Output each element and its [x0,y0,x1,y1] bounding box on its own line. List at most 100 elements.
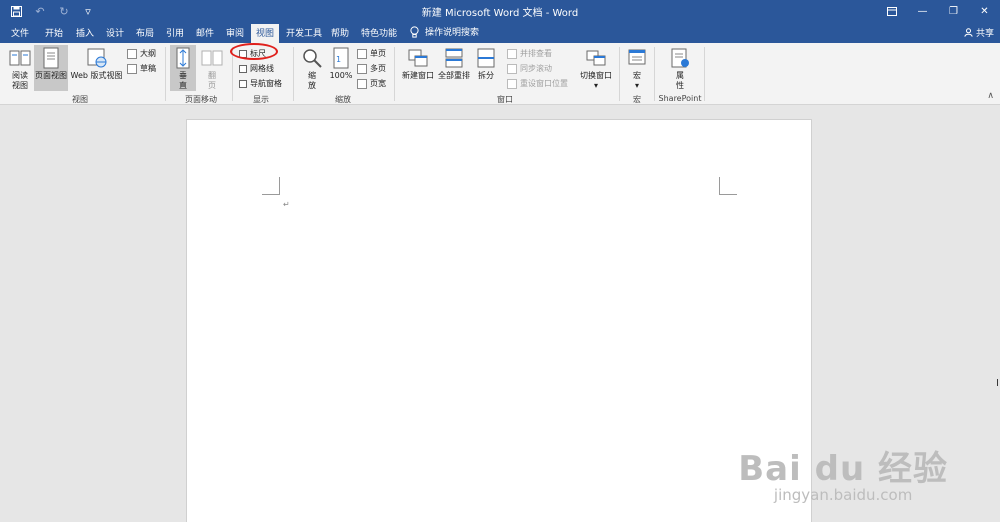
page-width-button[interactable]: 页宽 [357,78,386,89]
side-by-side-label: 并排查看 [520,49,552,58]
ribbon-display-options-icon[interactable] [876,0,907,22]
draft-label: 草稿 [140,64,156,73]
title-bar: ↶ ↻ ▿ 新建 Microsoft Word 文档 - Word — ❐ ✕ [0,0,1000,22]
watermark-logo-text: Bai du 经验 [738,449,948,489]
share-button[interactable]: 共享 [964,26,994,39]
magnifier-icon [303,49,322,68]
reset-window-label: 重设窗口位置 [520,79,568,88]
tab-mailings[interactable]: 邮件 [196,26,214,39]
group-separator [394,47,395,101]
switch-windows-icon [586,50,606,66]
switch-windows-label: 切换窗口 [580,71,612,80]
window-controls: — ❐ ✕ [876,0,1000,22]
print-layout-icon [43,47,59,69]
tab-home[interactable]: 开始 [45,26,63,39]
side-by-side-icon [507,48,517,59]
tab-file[interactable]: 文件 [11,26,29,39]
new-window-button[interactable]: 新建窗口 [400,47,436,91]
web-layout-icon [87,48,106,68]
page-width-label: 页宽 [370,79,386,88]
read-mode-button[interactable]: 阅读 视图 [6,47,34,91]
watermark: Bai du 经验 jingyan.baidu.com [738,441,948,504]
group-separator [654,47,655,101]
sync-scroll-button[interactable]: 同步滚动 [507,63,552,74]
svg-text:1: 1 [336,55,341,64]
margin-mark-top-right [719,177,737,195]
tab-design[interactable]: 设计 [106,26,124,39]
web-layout-label: Web 版式视图 [70,71,123,80]
reset-window-button[interactable]: 重设窗口位置 [507,78,568,89]
tell-me-label: 操作说明搜索 [425,28,480,38]
document-page[interactable]: ↵ [186,119,812,522]
minimize-icon[interactable]: — [907,0,938,22]
tab-review[interactable]: 审阅 [226,26,244,39]
dropdown-arrow-icon: ▾ [634,81,639,90]
views-group-label: 视图 [72,95,88,104]
vertical-button[interactable]: 垂 直 [170,45,196,91]
tab-layout[interactable]: 布局 [136,26,154,39]
vertical-icon [176,47,190,69]
nav-pane-label: 导航窗格 [250,79,282,88]
web-layout-button[interactable]: Web 版式视图 [69,47,124,91]
group-separator [619,47,620,101]
print-layout-button[interactable]: 页面视图 [34,45,68,91]
properties-button[interactable]: 属 性 [667,47,693,91]
draft-button[interactable]: 草稿 [127,63,156,74]
zoom-100-label: 100% [329,71,353,80]
split-icon [477,48,495,68]
zoom-100-icon: 1 [333,47,349,69]
tab-help[interactable]: 帮助 [331,26,349,39]
outline-label: 大纲 [140,49,156,58]
read-mode-icon [9,50,31,66]
properties-icon [671,48,689,68]
sync-scroll-label: 同步滚动 [520,64,552,73]
tab-featured[interactable]: 特色功能 [361,26,397,39]
group-separator [704,47,705,101]
zoom-button[interactable]: 缩 放 [301,47,323,91]
restore-icon[interactable]: ❐ [938,0,969,22]
nav-pane-checkbox[interactable]: 导航窗格 [239,78,282,89]
arrange-all-label: 全部重排 [438,71,470,80]
group-separator [165,47,166,101]
text-cursor-icon: I [996,378,999,389]
zoom-label: 缩 放 [308,71,316,90]
tab-insert[interactable]: 插入 [76,26,94,39]
multiple-pages-icon [357,63,367,74]
macros-label: 宏 [633,71,641,80]
gridlines-checkbox[interactable]: 网格线 [239,63,274,74]
tab-references[interactable]: 引用 [166,26,184,39]
page-move-group-label: 页面移动 [185,95,217,104]
ruler-highlight-circle [230,43,278,60]
view-side-by-side-button[interactable]: 并排查看 [507,48,552,59]
new-window-label: 新建窗口 [402,71,434,80]
paragraph-mark-icon: ↵ [283,200,290,209]
arrange-all-button[interactable]: 全部重排 [436,47,472,91]
multiple-pages-button[interactable]: 多页 [357,63,386,74]
gridlines-label: 网格线 [250,64,274,73]
new-window-icon [408,49,428,67]
one-page-button[interactable]: 单页 [357,48,386,59]
one-page-label: 单页 [370,49,386,58]
tab-developer[interactable]: 开发工具 [286,26,322,39]
tell-me-search[interactable]: 操作说明搜索 [410,25,479,38]
zoom-group-label: 缩放 [335,95,351,104]
split-button[interactable]: 拆分 [474,47,498,91]
zoom-100-button[interactable]: 1 100% [328,47,354,91]
sharepoint-group-label: SharePoint [658,94,702,103]
draft-icon [127,63,137,74]
macros-button[interactable]: 宏 ▾ [624,47,650,91]
group-separator [293,47,294,101]
dropdown-arrow-icon: ▾ [593,81,598,90]
collapse-ribbon-icon[interactable]: ∧ [987,91,994,101]
one-page-icon [357,48,367,59]
switch-windows-button[interactable]: 切换窗口 ▾ [578,47,614,91]
outline-button[interactable]: 大纲 [127,48,156,59]
side-to-side-button[interactable]: 翻 页 [200,47,224,91]
print-layout-label: 页面视图 [35,71,67,80]
tab-view[interactable]: 视图 [251,24,280,43]
macros-icon [628,49,646,65]
margin-mark-top-left [262,177,280,195]
close-icon[interactable]: ✕ [969,0,1000,22]
vertical-label: 垂 直 [179,71,187,90]
read-mode-label: 阅读 视图 [12,71,28,90]
